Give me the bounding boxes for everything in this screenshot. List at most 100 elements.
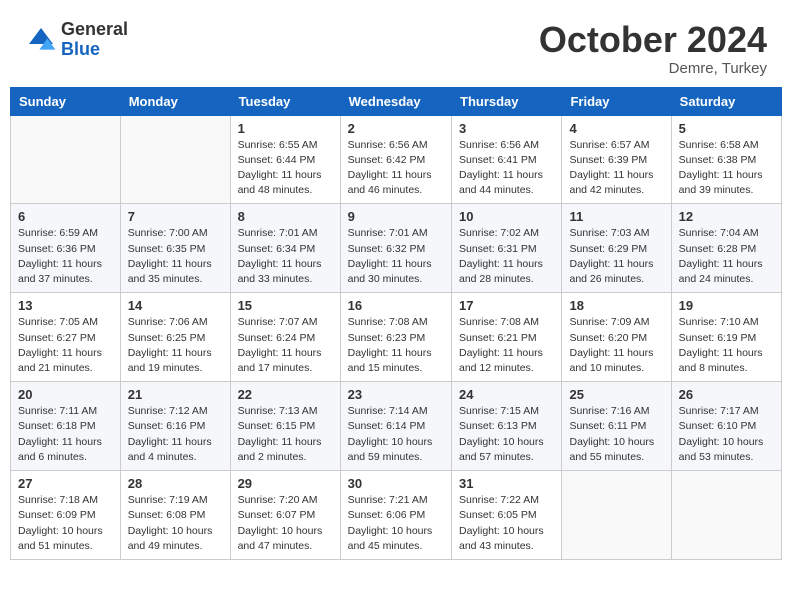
day-info: Sunrise: 7:18 AMSunset: 6:09 PMDaylight:… [18, 493, 113, 554]
calendar-cell [11, 115, 121, 204]
calendar-week-row: 6 Sunrise: 6:59 AMSunset: 6:36 PMDaylight… [11, 204, 782, 293]
weekday-header: Saturday [671, 87, 781, 115]
day-info: Sunrise: 7:13 AMSunset: 6:15 PMDaylight:… [238, 404, 333, 465]
day-number: 26 [679, 387, 774, 402]
calendar-cell: 24 Sunrise: 7:15 AMSunset: 6:13 PMDayligh… [452, 382, 562, 471]
calendar-cell: 26Sunrise: 7:17 AMSunset: 6:10 PMDayligh… [671, 382, 781, 471]
day-number: 18 [569, 298, 663, 313]
calendar-cell: 30Sunrise: 7:21 AMSunset: 6:06 PMDayligh… [340, 471, 451, 560]
day-number: 6 [18, 209, 113, 224]
calendar-cell: 9Sunrise: 7:01 AMSunset: 6:32 PMDaylight… [340, 204, 451, 293]
day-number: 24 [459, 387, 554, 402]
calendar-cell [562, 471, 671, 560]
day-number: 4 [569, 121, 663, 136]
calendar-cell: 13 Sunrise: 7:05 AMSunset: 6:27 PMDayligh… [11, 293, 121, 382]
day-info: Sunrise: 6:56 AMSunset: 6:41 PMDaylight:… [459, 138, 554, 199]
day-info: Sunrise: 7:07 AMSunset: 6:24 PMDaylight:… [238, 315, 333, 376]
day-number: 29 [238, 476, 333, 491]
month-title: October 2024 [539, 20, 767, 60]
day-info: Sunrise: 7:04 AMSunset: 6:28 PMDaylight:… [679, 226, 774, 287]
day-info: Sunrise: 7:08 AMSunset: 6:23 PMDaylight:… [348, 315, 444, 376]
day-number: 2 [348, 121, 444, 136]
calendar-cell: 21Sunrise: 7:12 AMSunset: 6:16 PMDayligh… [120, 382, 230, 471]
day-number: 31 [459, 476, 554, 491]
calendar-cell: 14 Sunrise: 7:06 AMSunset: 6:25 PMDayligh… [120, 293, 230, 382]
day-info: Sunrise: 6:55 AMSunset: 6:44 PMDaylight:… [238, 138, 333, 199]
day-info: Sunrise: 7:16 AMSunset: 6:11 PMDaylight:… [569, 404, 663, 465]
weekday-header: Sunday [11, 87, 121, 115]
calendar-cell: 2 Sunrise: 6:56 AMSunset: 6:42 PMDaylight… [340, 115, 451, 204]
calendar-cell: 12 Sunrise: 7:04 AMSunset: 6:28 PMDayligh… [671, 204, 781, 293]
weekday-header: Friday [562, 87, 671, 115]
day-info: Sunrise: 6:58 AMSunset: 6:38 PMDaylight:… [679, 138, 774, 199]
day-number: 23 [348, 387, 444, 402]
calendar-cell: 17 Sunrise: 7:08 AMSunset: 6:21 PMDayligh… [452, 293, 562, 382]
page-header: General Blue October 2024 Demre, Turkey [10, 10, 782, 82]
calendar-cell: 27 Sunrise: 7:18 AMSunset: 6:09 PMDayligh… [11, 471, 121, 560]
day-number: 13 [18, 298, 113, 313]
calendar-cell [120, 115, 230, 204]
calendar-week-row: 13 Sunrise: 7:05 AMSunset: 6:27 PMDayligh… [11, 293, 782, 382]
day-number: 10 [459, 209, 554, 224]
day-number: 27 [18, 476, 113, 491]
day-number: 16 [348, 298, 444, 313]
day-info: Sunrise: 6:57 AMSunset: 6:39 PMDaylight:… [569, 138, 663, 199]
calendar-cell: 22 Sunrise: 7:13 AMSunset: 6:15 PMDayligh… [230, 382, 340, 471]
calendar-cell: 8Sunrise: 7:01 AMSunset: 6:34 PMDaylight… [230, 204, 340, 293]
day-info: Sunrise: 7:15 AMSunset: 6:13 PMDaylight:… [459, 404, 554, 465]
logo-text: General Blue [61, 20, 128, 60]
location: Demre, Turkey [539, 60, 767, 77]
logo-general-text: General [61, 20, 128, 40]
day-number: 12 [679, 209, 774, 224]
calendar-cell: 7Sunrise: 7:00 AMSunset: 6:35 PMDaylight… [120, 204, 230, 293]
day-info: Sunrise: 7:05 AMSunset: 6:27 PMDaylight:… [18, 315, 113, 376]
day-number: 11 [569, 209, 663, 224]
calendar-header-row: SundayMondayTuesdayWednesdayThursdayFrid… [11, 87, 782, 115]
weekday-header: Monday [120, 87, 230, 115]
calendar-cell: 4 Sunrise: 6:57 AMSunset: 6:39 PMDaylight… [562, 115, 671, 204]
day-info: Sunrise: 6:56 AMSunset: 6:42 PMDaylight:… [348, 138, 444, 199]
day-number: 8 [238, 209, 333, 224]
day-info: Sunrise: 7:08 AMSunset: 6:21 PMDaylight:… [459, 315, 554, 376]
calendar-cell [671, 471, 781, 560]
day-info: Sunrise: 7:06 AMSunset: 6:25 PMDaylight:… [128, 315, 223, 376]
day-info: Sunrise: 7:10 AMSunset: 6:19 PMDaylight:… [679, 315, 774, 376]
calendar-cell: 3 Sunrise: 6:56 AMSunset: 6:41 PMDaylight… [452, 115, 562, 204]
calendar-cell: 31 Sunrise: 7:22 AMSunset: 6:05 PMDayligh… [452, 471, 562, 560]
day-number: 22 [238, 387, 333, 402]
day-number: 20 [18, 387, 113, 402]
logo: General Blue [25, 20, 128, 60]
day-number: 21 [128, 387, 223, 402]
day-number: 17 [459, 298, 554, 313]
calendar-week-row: 1Sunrise: 6:55 AMSunset: 6:44 PMDaylight… [11, 115, 782, 204]
day-number: 9 [348, 209, 444, 224]
day-number: 3 [459, 121, 554, 136]
day-number: 19 [679, 298, 774, 313]
calendar-cell: 23 Sunrise: 7:14 AMSunset: 6:14 PMDayligh… [340, 382, 451, 471]
day-info: Sunrise: 6:59 AMSunset: 6:36 PMDaylight:… [18, 226, 113, 287]
day-info: Sunrise: 7:09 AMSunset: 6:20 PMDaylight:… [569, 315, 663, 376]
day-info: Sunrise: 7:21 AMSunset: 6:06 PMDaylight:… [348, 493, 444, 554]
calendar-cell: 6 Sunrise: 6:59 AMSunset: 6:36 PMDaylight… [11, 204, 121, 293]
day-number: 15 [238, 298, 333, 313]
calendar-cell: 29 Sunrise: 7:20 AMSunset: 6:07 PMDayligh… [230, 471, 340, 560]
day-info: Sunrise: 7:20 AMSunset: 6:07 PMDaylight:… [238, 493, 333, 554]
day-number: 5 [679, 121, 774, 136]
day-number: 14 [128, 298, 223, 313]
title-block: October 2024 Demre, Turkey [539, 20, 767, 77]
day-info: Sunrise: 7:11 AMSunset: 6:18 PMDaylight:… [18, 404, 113, 465]
calendar-cell: 1Sunrise: 6:55 AMSunset: 6:44 PMDaylight… [230, 115, 340, 204]
day-info: Sunrise: 7:14 AMSunset: 6:14 PMDaylight:… [348, 404, 444, 465]
calendar-cell: 19 Sunrise: 7:10 AMSunset: 6:19 PMDayligh… [671, 293, 781, 382]
calendar-table: SundayMondayTuesdayWednesdayThursdayFrid… [10, 87, 782, 560]
calendar-cell: 16 Sunrise: 7:08 AMSunset: 6:23 PMDayligh… [340, 293, 451, 382]
calendar-week-row: 27 Sunrise: 7:18 AMSunset: 6:09 PMDayligh… [11, 471, 782, 560]
calendar-week-row: 20 Sunrise: 7:11 AMSunset: 6:18 PMDayligh… [11, 382, 782, 471]
logo-blue-text: Blue [61, 40, 128, 60]
day-info: Sunrise: 7:02 AMSunset: 6:31 PMDaylight:… [459, 226, 554, 287]
day-info: Sunrise: 7:22 AMSunset: 6:05 PMDaylight:… [459, 493, 554, 554]
logo-icon [25, 24, 57, 56]
calendar-cell: 15 Sunrise: 7:07 AMSunset: 6:24 PMDayligh… [230, 293, 340, 382]
calendar-cell: 25Sunrise: 7:16 AMSunset: 6:11 PMDayligh… [562, 382, 671, 471]
day-info: Sunrise: 7:03 AMSunset: 6:29 PMDaylight:… [569, 226, 663, 287]
